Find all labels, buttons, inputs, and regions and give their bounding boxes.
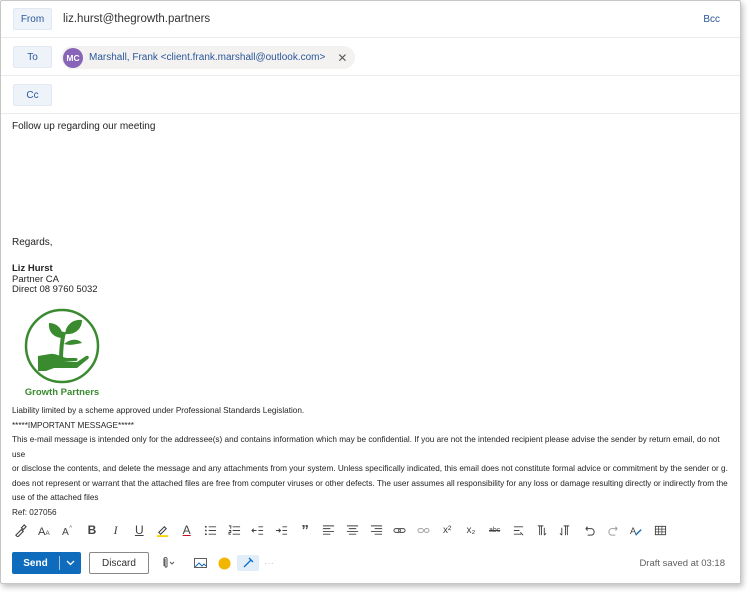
undo-icon[interactable] (578, 518, 602, 542)
rtl-icon[interactable] (554, 518, 578, 542)
important-heading: *****IMPORTANT MESSAGE***** (12, 420, 134, 430)
cc-button[interactable]: Cc (13, 84, 52, 106)
font-color-icon[interactable]: A (175, 518, 199, 542)
from-address: liz.hurst@thegrowth.partners (63, 13, 211, 25)
highlight-icon[interactable] (151, 518, 175, 542)
notice-line: does not represent or warrant that the a… (12, 478, 728, 488)
italic-icon[interactable]: I (104, 518, 128, 542)
bullets-icon[interactable] (199, 518, 223, 542)
from-button[interactable]: From (13, 8, 52, 30)
action-bar: Send Discard ··· Draft saved at 03:18 (1, 547, 740, 579)
svg-text:A: A (45, 530, 50, 537)
link-icon[interactable] (388, 518, 412, 542)
subscript-icon[interactable]: x₂ (459, 518, 483, 542)
bcc-button[interactable]: Bcc (703, 14, 720, 25)
growth-partners-logo (24, 308, 100, 386)
attach-icon[interactable] (159, 555, 175, 571)
signature: Liz Hurst Partner CA Direct 08 9760 5032 (12, 263, 98, 296)
draft-status: Draft saved at 03:18 (639, 558, 725, 569)
align-center-icon[interactable] (341, 518, 365, 542)
decrease-indent-icon[interactable] (246, 518, 270, 542)
notice-line: or disclose the contents, and delete the… (12, 464, 728, 473)
increase-indent-icon[interactable] (270, 518, 294, 542)
font-size-icon[interactable]: AA (33, 518, 57, 542)
formatting-toolbar: AA A ^ B I U A ” x² x₂ abc A (1, 515, 740, 545)
notice-line: This e-mail message is intended only for… (12, 435, 720, 459)
bold-icon[interactable]: B (80, 518, 104, 542)
discard-button[interactable]: Discard (89, 552, 149, 574)
more-options-icon[interactable]: ··· (264, 555, 274, 571)
send-label: Send (23, 557, 48, 569)
align-right-icon[interactable] (364, 518, 388, 542)
quote-icon[interactable]: ” (293, 518, 317, 542)
superscript-icon[interactable]: x² (435, 518, 459, 542)
svg-text:A: A (62, 527, 69, 537)
svg-text:^: ^ (69, 525, 72, 531)
from-row: From liz.hurst@thegrowth.partners Bcc (1, 1, 740, 38)
unlink-icon[interactable] (412, 518, 436, 542)
logo-text: Growth Partners (24, 387, 100, 398)
image-icon[interactable] (194, 555, 207, 571)
notice-line: use of the attached files (12, 493, 99, 502)
recipient-name: Marshall, Frank <client.frank.marshall@o… (89, 52, 326, 63)
remove-recipient-icon[interactable]: ✕ (337, 51, 347, 65)
editor-icon[interactable] (237, 555, 259, 571)
compose-window: From liz.hurst@thegrowth.partners Bcc To… (0, 0, 741, 584)
more-format-icon[interactable] (506, 518, 530, 542)
recipient-chip[interactable]: MC Marshall, Frank <client.frank.marshal… (61, 46, 356, 69)
signature-name: Liz Hurst (12, 263, 53, 274)
send-button[interactable]: Send (12, 552, 81, 574)
cc-row: Cc (1, 77, 740, 114)
message-body[interactable]: Follow up regarding our meeting Regards,… (12, 121, 728, 517)
strikethrough-icon[interactable]: abc (483, 518, 507, 542)
regards-text: Regards, (12, 237, 53, 248)
redo-icon[interactable] (601, 518, 625, 542)
chevron-down-icon[interactable] (60, 560, 81, 566)
numbering-icon[interactable] (222, 518, 246, 542)
emoji-icon[interactable] (218, 555, 231, 571)
body-first-line: Follow up regarding our meeting (12, 121, 156, 132)
legal-disclaimer: Liability limited by a scheme approved u… (12, 404, 728, 520)
align-left-icon[interactable] (317, 518, 341, 542)
signature-phone: Direct 08 9760 5032 (12, 284, 98, 295)
liability-text: Liability limited by a scheme approved u… (12, 406, 305, 415)
format-painter-icon[interactable] (9, 518, 33, 542)
underline-icon[interactable]: U (127, 518, 151, 542)
to-button[interactable]: To (13, 46, 52, 68)
to-row: To MC Marshall, Frank <client.frank.mars… (1, 39, 740, 76)
table-icon[interactable] (649, 518, 673, 542)
font-grow-icon[interactable]: A ^ (56, 518, 80, 542)
avatar: MC (63, 47, 83, 68)
ltr-icon[interactable] (530, 518, 554, 542)
clear-format-icon[interactable]: A (625, 518, 649, 542)
